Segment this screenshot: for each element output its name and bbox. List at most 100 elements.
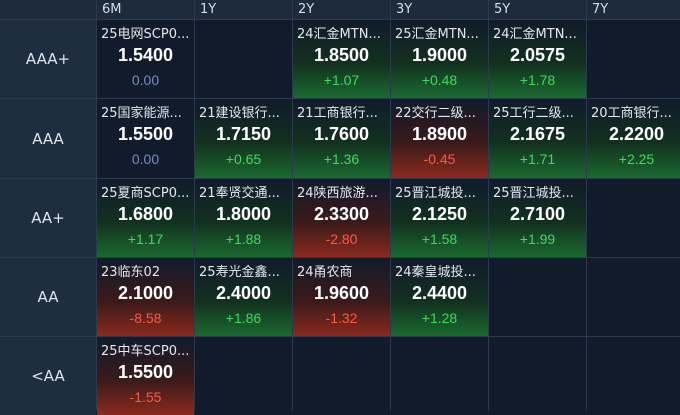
bond-name: 25夏商SCP0... <box>101 186 190 201</box>
row-label: AA <box>0 258 96 336</box>
bond-name: 24秦皇城投... <box>395 265 476 280</box>
column-header-5y[interactable]: 5Y <box>489 0 586 19</box>
bond-change: +0.48 <box>421 72 458 88</box>
bond-cell[interactable]: 25晋江城投... 2.7100 +1.99 <box>489 179 586 257</box>
column-header-1y[interactable]: 1Y <box>195 0 292 19</box>
empty-cell <box>587 20 680 98</box>
bond-yield: 2.0575 <box>509 45 566 65</box>
bond-change: +1.88 <box>225 231 262 247</box>
bond-cell[interactable]: 20工商银行... 2.2200 +2.25 <box>587 99 680 178</box>
bond-cell[interactable]: 23临东02 2.1000 -8.58 <box>97 258 194 336</box>
bond-cell[interactable]: 25晋江城投... 2.1250 +1.58 <box>391 179 488 257</box>
bond-yield: 2.1250 <box>411 204 468 224</box>
bond-cell[interactable]: 24甬农商 1.9600 -1.32 <box>293 258 390 336</box>
bond-change: 0.00 <box>131 72 160 88</box>
empty-cell <box>195 20 292 98</box>
bond-name: 24甬农商 <box>297 265 353 280</box>
bond-cell[interactable]: 24汇金MTN... 2.0575 +1.78 <box>489 20 586 98</box>
bond-cell[interactable]: 24秦皇城投... 2.4400 +1.28 <box>391 258 488 336</box>
bond-yield: 2.1000 <box>117 283 174 303</box>
rating-tenor-grid: 6M 1Y 2Y 3Y 5Y 7Y AAA+ 25电网SCP0... 1.5400 0.00 24汇… <box>0 0 680 415</box>
bond-name: 20工商银行... <box>591 106 672 121</box>
bond-change: +1.71 <box>519 151 556 167</box>
bond-change: +2.25 <box>618 151 655 167</box>
bond-cell[interactable]: 25国家能源... 1.5500 0.00 <box>97 99 194 178</box>
bond-cell[interactable]: 25夏商SCP0... 1.6800 +1.17 <box>97 179 194 257</box>
bond-change: +1.07 <box>323 72 360 88</box>
bond-change: +1.28 <box>421 310 458 326</box>
bond-change: -0.45 <box>423 151 456 167</box>
bond-name: 25晋江城投... <box>493 186 574 201</box>
bond-change: +0.65 <box>225 151 262 167</box>
grid-corner <box>0 0 96 19</box>
bond-name: 21工商银行... <box>297 106 378 121</box>
bond-cell[interactable]: 25电网SCP0... 1.5400 0.00 <box>97 20 194 98</box>
bond-cell[interactable]: 25中车SCP0... 1.5500 -1.55 <box>97 337 194 415</box>
bond-yield: 1.7600 <box>313 124 370 144</box>
bond-cell[interactable]: 22交行二级... 1.8900 -0.45 <box>391 99 488 178</box>
column-header-6m[interactable]: 6M <box>97 0 194 19</box>
bond-yield: 1.6800 <box>117 204 174 224</box>
bond-cell[interactable]: 25汇金MTN... 1.9000 +0.48 <box>391 20 488 98</box>
row-label: AA+ <box>0 179 96 257</box>
bond-name: 25汇金MTN... <box>395 27 479 42</box>
bond-name: 21建设银行... <box>199 106 280 121</box>
empty-cell <box>587 179 680 257</box>
empty-cell <box>489 337 586 415</box>
bond-yield: 1.8000 <box>215 204 272 224</box>
bond-cell[interactable]: 25寿光金鑫... 2.4000 +1.86 <box>195 258 292 336</box>
bond-change: +1.17 <box>127 231 164 247</box>
row-label: AAA <box>0 99 96 178</box>
empty-cell <box>587 258 680 336</box>
empty-cell <box>587 337 680 415</box>
bond-yield: 1.8900 <box>411 124 468 144</box>
column-header-2y[interactable]: 2Y <box>293 0 390 19</box>
bond-change: +1.58 <box>421 231 458 247</box>
bond-name: 25国家能源... <box>101 106 182 121</box>
bond-change: -8.58 <box>129 310 162 326</box>
row-label: <AA <box>0 337 96 415</box>
bond-name: 25寿光金鑫... <box>199 265 280 280</box>
bond-cell[interactable]: 25工行二级... 2.1675 +1.71 <box>489 99 586 178</box>
bond-yield: 1.9000 <box>411 45 468 65</box>
bond-name: 25晋江城投... <box>395 186 476 201</box>
bond-name: 25电网SCP0... <box>101 27 190 42</box>
bond-cell[interactable]: 24陕西旅游... 2.3300 -2.80 <box>293 179 390 257</box>
empty-cell <box>195 337 292 415</box>
bond-name: 24汇金MTN... <box>297 27 381 42</box>
bond-yield: 1.7150 <box>215 124 272 144</box>
bond-change: +1.36 <box>323 151 360 167</box>
bond-yield: 1.9600 <box>313 283 370 303</box>
bond-yield: 2.1675 <box>509 124 566 144</box>
bond-yield: 2.4000 <box>215 283 272 303</box>
bond-yield: 1.8500 <box>313 45 370 65</box>
bond-name: 22交行二级... <box>395 106 476 121</box>
bond-yield: 1.5500 <box>117 124 174 144</box>
bond-change: +1.78 <box>519 72 556 88</box>
empty-cell <box>489 258 586 336</box>
bond-change: -1.55 <box>129 389 162 405</box>
bond-cell[interactable]: 21建设银行... 1.7150 +0.65 <box>195 99 292 178</box>
empty-cell <box>391 337 488 415</box>
bond-yield: 2.2200 <box>608 124 665 144</box>
bond-cell[interactable]: 21工商银行... 1.7600 +1.36 <box>293 99 390 178</box>
bond-yield: 1.5500 <box>117 362 174 382</box>
row-label: AAA+ <box>0 20 96 98</box>
bond-cell[interactable]: 21奉贤交通... 1.8000 +1.88 <box>195 179 292 257</box>
bond-name: 25工行二级... <box>493 106 574 121</box>
bond-change: +1.86 <box>225 310 262 326</box>
bond-yield: 2.7100 <box>509 204 566 224</box>
bond-yield: 1.5400 <box>117 45 174 65</box>
bond-change: 0.00 <box>131 151 160 167</box>
bond-change: -1.32 <box>325 310 358 326</box>
bond-name: 24汇金MTN... <box>493 27 577 42</box>
bond-cell[interactable]: 24汇金MTN... 1.8500 +1.07 <box>293 20 390 98</box>
empty-cell <box>293 337 390 415</box>
bond-change: -2.80 <box>325 231 358 247</box>
column-header-3y[interactable]: 3Y <box>391 0 488 19</box>
bond-yield: 2.4400 <box>411 283 468 303</box>
bond-yield: 2.3300 <box>313 204 370 224</box>
bond-name: 23临东02 <box>101 265 161 280</box>
bond-change: +1.99 <box>519 231 556 247</box>
column-header-7y[interactable]: 7Y <box>587 0 680 19</box>
